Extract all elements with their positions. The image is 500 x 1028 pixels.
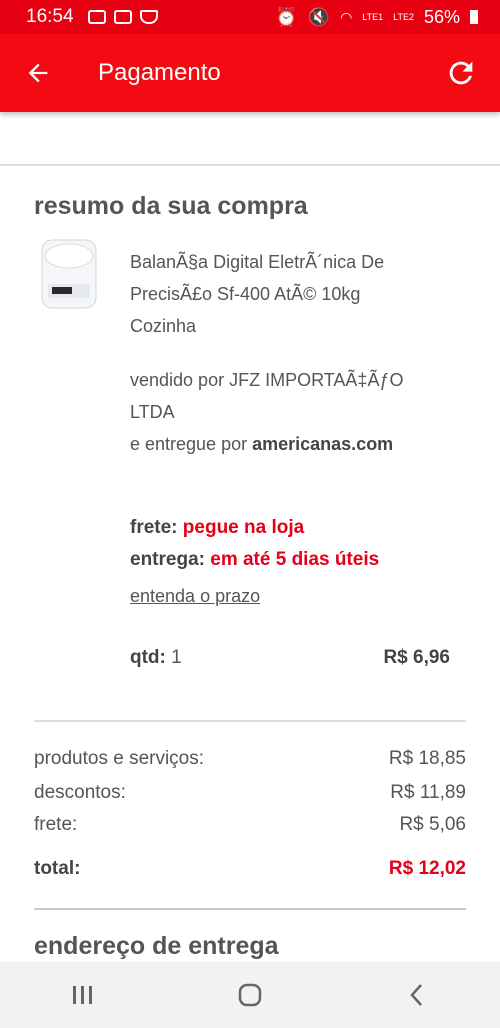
battery-percent: 56% xyxy=(423,6,460,27)
produtos-label: produtos e serviços: xyxy=(34,748,205,769)
shield-icon xyxy=(139,10,158,24)
status-right: ⏰ 🔇 ◠ LTE1 LTE2 56% xyxy=(275,7,478,28)
total-row: total: R$ 12,02 xyxy=(34,858,466,880)
item-price: R$ 6,96 xyxy=(383,647,450,668)
total-label: total: xyxy=(34,858,81,879)
product-name-line1: BalanÃ§a Digital EletrÃ´nica De xyxy=(130,252,385,272)
entrega-value: em até 5 dias úteis xyxy=(210,549,380,570)
delivered-prefix: e entregue por xyxy=(130,434,248,454)
frete-row: frete: R$ 5,06 xyxy=(34,814,466,836)
seller-info: vendido por JFZ IMPORTAÃ‡ÃƒO LTDA e entr… xyxy=(130,364,470,460)
quantity-row: qtd: 1 R$ 6,96 xyxy=(130,642,450,674)
seller-name-line2: LTDA xyxy=(130,402,175,422)
system-nav-bar xyxy=(0,962,500,1028)
total-value: R$ 12,02 xyxy=(388,858,466,879)
refresh-icon xyxy=(449,61,473,85)
qtd-label: qtd: xyxy=(130,647,166,668)
arrow-back-icon xyxy=(28,63,48,83)
qtd-value: 1 xyxy=(171,647,182,668)
summary-title: resumo da sua compra xyxy=(34,192,308,220)
mail-icon xyxy=(87,10,106,24)
alarm-icon: ⏰ xyxy=(275,6,298,27)
product-name-line3: Cozinha xyxy=(130,316,197,336)
page-title: Pagamento xyxy=(98,59,221,86)
product-scale-image xyxy=(40,238,98,310)
delivered-line: e entregue por americanas.com xyxy=(130,428,470,460)
status-bar: 16:54 ⏰ 🔇 ◠ LTE1 LTE2 56% xyxy=(0,0,500,34)
product-name-line2: PrecisÃ£o Sf-400 AtÃ© 10kg xyxy=(130,284,361,304)
produtos-value: R$ 18,85 xyxy=(388,748,466,769)
summary-divider xyxy=(34,720,466,722)
status-time: 16:54 xyxy=(26,6,74,27)
nav-back-icon xyxy=(409,984,422,1006)
descontos-label: descontos: xyxy=(34,782,126,803)
delivered-by: americanas.com xyxy=(252,434,394,454)
seller-name: JFZ IMPORTAÃ‡ÃƒO xyxy=(229,370,404,390)
signal-sim2-label: LTE2 xyxy=(393,12,414,22)
refresh-button[interactable] xyxy=(444,56,478,90)
shipping-info: frete: pegue na loja entrega: em até 5 d… xyxy=(130,512,470,612)
descontos-value: R$ 11,89 xyxy=(390,782,466,803)
battery-icon xyxy=(470,10,478,24)
nav-home-icon xyxy=(238,983,262,1007)
nav-home-button[interactable] xyxy=(230,975,270,1015)
mute-icon: 🔇 xyxy=(307,6,331,27)
totals-frete-label: frete: xyxy=(34,814,78,835)
status-notification-icons xyxy=(87,10,158,24)
entrega-label: entrega: xyxy=(130,549,205,570)
product-name[interactable]: BalanÃ§a Digital EletrÃ´nica De PrecisÃ£… xyxy=(130,246,470,342)
wifi-icon: ◠ xyxy=(340,8,353,25)
produtos-row: produtos e serviços: R$ 18,85 xyxy=(34,748,466,770)
seller-prefix: vendido por xyxy=(130,370,225,390)
address-title: endereço de entrega xyxy=(34,932,279,960)
totals-divider xyxy=(34,908,466,910)
frete-value: pegue na loja xyxy=(182,517,305,538)
totals-frete-value: R$ 5,06 xyxy=(399,814,466,835)
top-divider xyxy=(0,164,500,166)
nav-recents-icon xyxy=(73,986,93,1004)
seller-line: vendido por JFZ IMPORTAÃ‡ÃƒO xyxy=(130,364,470,396)
descontos-row: descontos: R$ 11,89 xyxy=(34,782,466,804)
back-button[interactable] xyxy=(24,57,56,89)
app-bar: Pagamento xyxy=(0,34,500,112)
nav-recents-button[interactable] xyxy=(63,975,103,1015)
signal-sim1-label: LTE1 xyxy=(362,12,384,22)
nav-back-button[interactable] xyxy=(397,975,437,1015)
frete-label: frete: xyxy=(130,517,178,538)
prazo-link[interactable]: entenda o prazo xyxy=(130,586,260,606)
message-icon xyxy=(113,10,132,24)
